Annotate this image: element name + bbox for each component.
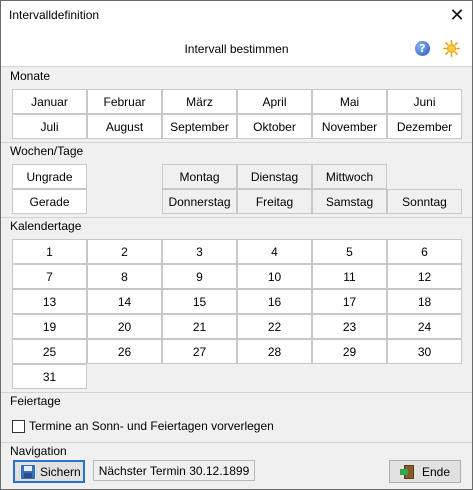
day-button[interactable]: 7	[12, 264, 87, 289]
day-button[interactable]: 12	[387, 264, 462, 289]
month-button[interactable]: März	[162, 89, 237, 114]
month-button[interactable]: September	[162, 114, 237, 139]
day-button[interactable]: 1	[12, 239, 87, 264]
weekday-button-mittwoch[interactable]: Mittwoch	[312, 164, 387, 189]
day-button[interactable]: 26	[87, 339, 162, 364]
day-button[interactable]: 24	[387, 314, 462, 339]
day-button[interactable]: 20	[87, 314, 162, 339]
day-button[interactable]: 4	[237, 239, 312, 264]
weekday-button-samstag[interactable]: Samstag	[312, 189, 387, 214]
day-button[interactable]: 27	[162, 339, 237, 364]
months-grid: Januar Februar März April Mai Juni Juli August S…	[12, 89, 462, 139]
day-button[interactable]: 23	[312, 314, 387, 339]
day-button[interactable]: 10	[237, 264, 312, 289]
save-button[interactable]: Sichern	[13, 460, 85, 483]
day-button[interactable]: 18	[387, 289, 462, 314]
window-title: Intervalldefinition	[9, 8, 100, 22]
day-button[interactable]: 13	[12, 289, 87, 314]
day-button[interactable]: 31	[12, 364, 87, 389]
divider	[1, 217, 472, 218]
sun-icon[interactable]	[443, 40, 460, 57]
floppy-disk-icon	[21, 464, 35, 479]
exit-door-icon	[399, 464, 416, 480]
divider	[1, 442, 472, 443]
divider	[1, 142, 472, 143]
help-icon[interactable]: ?	[415, 41, 430, 56]
section-label-calendar-days: Kalendertage	[10, 219, 82, 233]
weekday-button-freitag[interactable]: Freitag	[237, 189, 312, 214]
day-button[interactable]: 21	[162, 314, 237, 339]
day-button[interactable]: 28	[237, 339, 312, 364]
end-button[interactable]: Ende	[389, 460, 461, 483]
section-label-weeks: Wochen/Tage	[10, 144, 84, 158]
next-date-field: Nächster Termin 30.12.1899	[93, 460, 255, 481]
divider	[1, 392, 472, 393]
day-button[interactable]: 11	[312, 264, 387, 289]
month-button[interactable]: Februar	[87, 89, 162, 114]
weekday-button-donnerstag[interactable]: Donnerstag	[162, 189, 237, 214]
day-button[interactable]: 30	[387, 339, 462, 364]
day-button[interactable]: 6	[387, 239, 462, 264]
header-title: Intervall bestimmen	[184, 42, 289, 56]
day-button[interactable]: 17	[312, 289, 387, 314]
section-label-navigation: Navigation	[10, 444, 67, 458]
holiday-shift-checkbox[interactable]	[12, 420, 25, 433]
calendar-days-grid: 1 2 3 4 5 6 7 8 9 10 11 12 13 14 15 16 17 18 19 20 21 22 23 24 2…	[12, 239, 462, 389]
month-button[interactable]: August	[87, 114, 162, 139]
day-button[interactable]: 9	[162, 264, 237, 289]
weekday-button-sonntag[interactable]: Sonntag	[387, 189, 462, 214]
interval-definition-window: Intervalldefinition ✕ Intervall bestimme…	[0, 0, 473, 490]
day-button[interactable]: 25	[12, 339, 87, 364]
week-parity-odd-button[interactable]: Ungrade	[12, 164, 87, 189]
day-button[interactable]: 3	[162, 239, 237, 264]
month-button[interactable]: Mai	[312, 89, 387, 114]
month-button[interactable]: Dezember	[387, 114, 462, 139]
month-button[interactable]: April	[237, 89, 312, 114]
save-button-label: Sichern	[40, 464, 81, 479]
week-days-grid: Ungrade Montag Dienstag Mittwoch Gerade …	[12, 164, 462, 214]
dialog-header: Intervall bestimmen ?	[1, 30, 472, 67]
day-button[interactable]: 16	[237, 289, 312, 314]
day-button[interactable]: 5	[312, 239, 387, 264]
month-button[interactable]: Oktober	[237, 114, 312, 139]
month-button[interactable]: Juli	[12, 114, 87, 139]
month-button[interactable]: November	[312, 114, 387, 139]
title-bar: Intervalldefinition ✕	[1, 1, 472, 30]
day-button[interactable]: 19	[12, 314, 87, 339]
weekday-button-montag[interactable]: Montag	[162, 164, 237, 189]
month-button[interactable]: Juni	[387, 89, 462, 114]
week-parity-even-button[interactable]: Gerade	[12, 189, 87, 214]
section-label-months: Monate	[10, 69, 51, 83]
day-button[interactable]: 8	[87, 264, 162, 289]
day-button[interactable]: 29	[312, 339, 387, 364]
end-button-label: Ende	[421, 464, 451, 479]
day-button[interactable]: 15	[162, 289, 237, 314]
month-button[interactable]: Januar	[12, 89, 87, 114]
close-icon[interactable]: ✕	[442, 1, 472, 30]
holiday-shift-label: Termine an Sonn- und Feiertagen vorverle…	[29, 419, 274, 433]
day-button[interactable]: 14	[87, 289, 162, 314]
day-button[interactable]: 22	[237, 314, 312, 339]
weekday-button-dienstag[interactable]: Dienstag	[237, 164, 312, 189]
day-button[interactable]: 2	[87, 239, 162, 264]
section-label-holidays: Feiertage	[10, 394, 61, 408]
